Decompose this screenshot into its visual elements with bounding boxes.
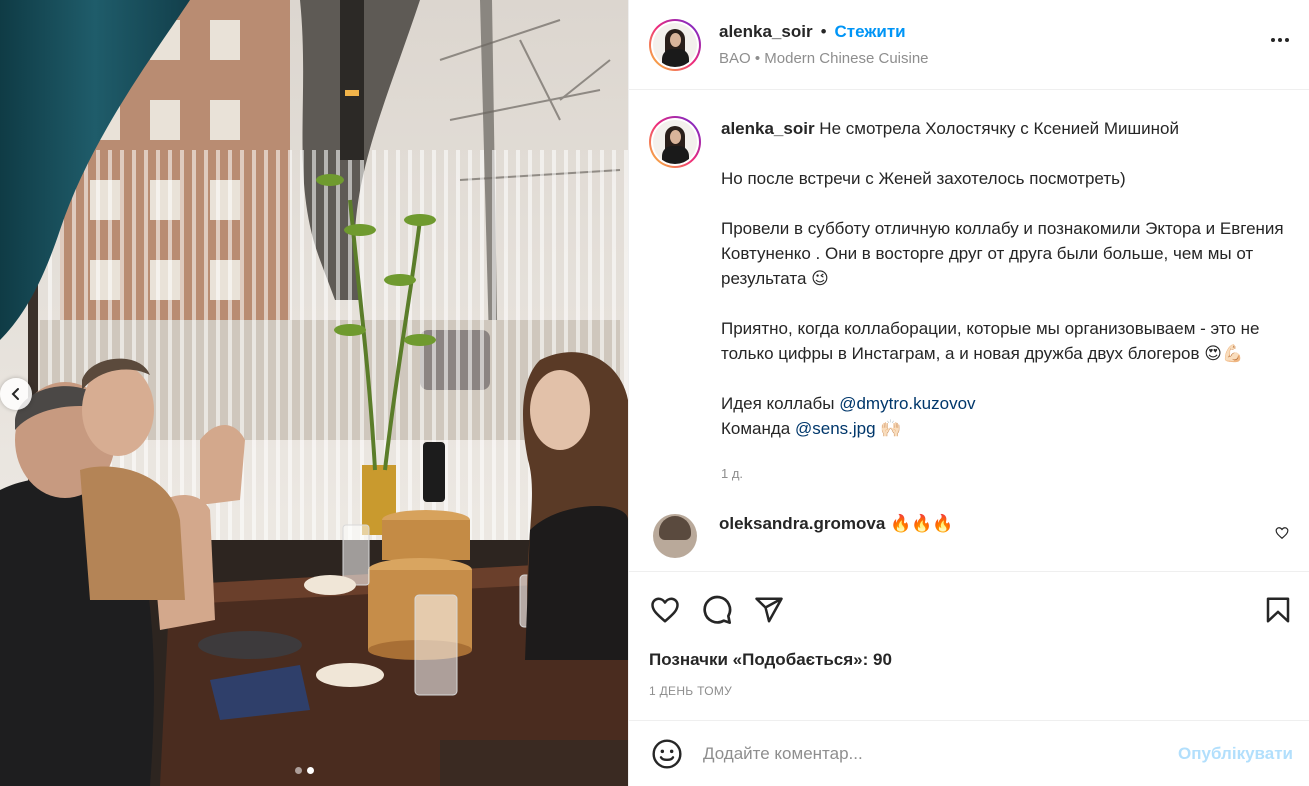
heart-icon[interactable] bbox=[1275, 526, 1289, 540]
author-username[interactable]: alenka_soir bbox=[719, 22, 813, 42]
avatar[interactable] bbox=[649, 18, 701, 71]
team-label: Команда bbox=[721, 419, 791, 438]
save-button[interactable] bbox=[1263, 594, 1293, 631]
carousel-indicator bbox=[295, 767, 314, 774]
share-button[interactable] bbox=[753, 595, 785, 625]
caption-username[interactable]: alenka_soir bbox=[721, 119, 815, 138]
comment-input[interactable] bbox=[703, 743, 1179, 764]
comment-username[interactable]: oleksandra.gromova bbox=[719, 514, 885, 533]
post-actions: Позначки «Подобається»: 90 1 ДЕНЬ ТОМУ bbox=[629, 571, 1309, 741]
caption: alenka_soir Не смотрела Холостячку с Ксе… bbox=[649, 116, 1289, 486]
idea-label: Идея коллабы bbox=[721, 394, 835, 413]
caption-para3: Провели в субботу отличную коллабу и поз… bbox=[721, 219, 1284, 288]
follow-button[interactable]: Стежити bbox=[835, 22, 906, 42]
comment-item: oleksandra.gromova 🔥🔥🔥 bbox=[649, 514, 1289, 558]
carousel-dot-active bbox=[307, 767, 314, 774]
likes-count[interactable]: Позначки «Подобається»: 90 bbox=[649, 650, 1289, 670]
caption-para4: Приятно, когда коллаборации, которые мы … bbox=[721, 319, 1260, 363]
comment-button[interactable] bbox=[701, 594, 733, 626]
post-photo-image bbox=[0, 0, 628, 786]
caption-para2: Но после встречи с Женей захотелось посм… bbox=[721, 169, 1126, 188]
like-button[interactable] bbox=[649, 595, 681, 625]
share-icon bbox=[755, 597, 783, 623]
publish-button[interactable]: Опублікувати bbox=[1178, 744, 1293, 764]
caption-avatar[interactable] bbox=[649, 116, 701, 168]
post-header: alenka_soir • Стежити BAO • Modern Chine… bbox=[629, 0, 1309, 90]
caption-line1: Не смотрела Холостячку с Ксенией Мишиной bbox=[819, 119, 1180, 138]
heart-icon bbox=[651, 597, 679, 623]
post-photo[interactable] bbox=[0, 0, 628, 786]
add-comment-bar: Опублікувати bbox=[629, 720, 1309, 786]
post-panel: alenka_soir • Стежити BAO • Modern Chine… bbox=[628, 0, 1309, 786]
carousel-dot bbox=[295, 767, 302, 774]
separator: • bbox=[820, 22, 827, 41]
post-location[interactable]: BAO • Modern Chinese Cuisine bbox=[719, 50, 929, 67]
caption-time[interactable]: 1 д. bbox=[721, 461, 1289, 486]
mention-link[interactable]: @dmytro.kuzovov bbox=[839, 394, 975, 413]
more-icon[interactable] bbox=[1271, 38, 1289, 42]
mention-link[interactable]: @sens.jpg bbox=[795, 419, 876, 438]
comment-avatar[interactable] bbox=[653, 514, 697, 558]
emoji-button[interactable] bbox=[651, 738, 683, 770]
emoji-icon bbox=[652, 738, 682, 769]
carousel-prev-button[interactable] bbox=[0, 378, 32, 410]
chevron-left-icon bbox=[11, 388, 19, 400]
comment-icon bbox=[703, 595, 732, 624]
comments-section[interactable]: alenka_soir Не смотрела Холостячку с Ксе… bbox=[629, 90, 1309, 571]
post-date[interactable]: 1 ДЕНЬ ТОМУ bbox=[649, 684, 1289, 698]
comment-text: 🔥🔥🔥 bbox=[890, 514, 954, 533]
bookmark-icon bbox=[1266, 597, 1290, 623]
team-emoji: 🙌🏻 bbox=[880, 419, 902, 438]
